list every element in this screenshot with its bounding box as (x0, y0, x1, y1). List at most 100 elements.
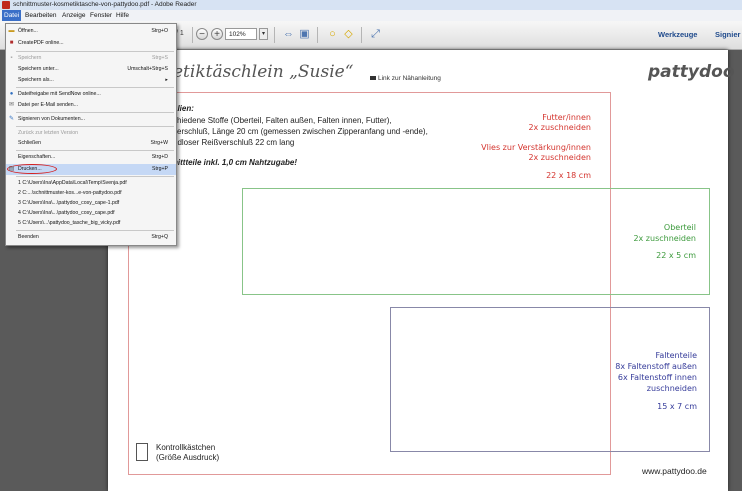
menu-item-label: Speichern als... (18, 77, 54, 83)
piece-label: 6x Faltenstoff innen (617, 373, 697, 382)
materials-line: verschluß, Länge 20 cm (gemessen zwische… (173, 127, 428, 136)
pattydoo-logo: pattydoo (648, 62, 735, 82)
zoom-in-button[interactable]: + (211, 28, 223, 40)
expand-icon[interactable]: ⤢ (369, 27, 382, 41)
menu-datei[interactable]: Datei (2, 10, 22, 21)
recent-file-5[interactable]: 5 C:\Users\...\pattydoo_tasche_big_vicky… (6, 218, 176, 229)
menu-item-shortcut: Strg+S (151, 55, 168, 61)
zoom-out-button[interactable]: − (196, 28, 208, 40)
pdf-page: etiktäschlein „Susie“ Link zur Nähanleit… (108, 50, 735, 491)
menu-item-label: Drucken... (18, 166, 42, 172)
pattern-title: etiktäschlein „Susie“ (173, 62, 354, 82)
link-label: Link zur Nähanleitung (378, 75, 441, 82)
piece-label: Futter/innen (542, 113, 591, 122)
website-url: www.pattydoo.de (642, 466, 707, 476)
toolbar-separator (192, 27, 193, 43)
menu-bearbeiten[interactable]: Bearbeiten (25, 10, 56, 21)
page-count: / 1 (176, 30, 184, 37)
menu-item-email[interactable]: ✉ Datei per E-Mail senden... (6, 100, 176, 111)
menu-anzeige[interactable]: Anzeige (62, 10, 86, 21)
menu-separator (16, 176, 174, 177)
highlight-icon[interactable]: ◇ (342, 27, 355, 41)
menu-item-open[interactable]: ▬ Öffnen... Strg+O (6, 26, 176, 37)
file-menu: ▬ Öffnen... Strg+O ■ CreatePDF online... ▪ S… (5, 23, 177, 246)
materials-line: ndloser Reißverschluß 22 cm lang (173, 138, 295, 147)
menu-item-shortcut: Umschalt+Strg+S (127, 66, 168, 72)
menu-separator (16, 112, 174, 113)
tools-button[interactable]: Werkzeuge (658, 30, 697, 39)
menu-item-label: Beenden (18, 234, 39, 240)
piece-dimensions: 22 x 18 cm (546, 171, 591, 180)
menu-item-shortcut: Strg+O (151, 28, 168, 34)
piece-label: Faltenteile (655, 351, 697, 360)
menu-separator (16, 126, 174, 127)
menu-item-close[interactable]: Schließen Strg+W (6, 138, 176, 149)
menu-item-label: Speichern (18, 55, 42, 61)
piece-label: 2x zuschneiden (528, 153, 591, 162)
save-icon: ▪ (10, 55, 13, 61)
menu-item-label: Schließen (18, 140, 42, 146)
submenu-arrow-icon: ▸ (165, 77, 168, 83)
toolbar-separator (317, 27, 318, 43)
piece-label: Oberteil (663, 223, 696, 232)
piece-label: 2x zuschneiden (633, 234, 696, 243)
menu-item-shortcut: Strg+P (151, 166, 168, 172)
control-box-label: Kontrollkästchen (Größe Ausdruck) (156, 443, 219, 463)
zoom-select[interactable]: 102% (225, 28, 257, 40)
menu-item-label: Speichern unter... (18, 66, 59, 72)
comment-icon[interactable]: ○ (326, 27, 339, 41)
menu-item-exit[interactable]: Beenden Strg+Q (6, 232, 176, 243)
fit-width-icon[interactable]: ⇔ (282, 27, 295, 41)
menu-item-label: Eigenschaften... (18, 154, 56, 160)
menu-fenster[interactable]: Fenster (90, 10, 112, 21)
window-title: schnittmuster-kosmetiktasche-von-pattydo… (13, 1, 197, 8)
zoom-dropdown-icon[interactable]: ▾ (259, 28, 268, 40)
piece-dimensions: 15 x 7 cm (657, 402, 697, 411)
seam-allowance-note: nittteile inkl. 1,0 cm Nahtzugabe! (173, 158, 298, 167)
piece-label: 8x Faltenstoff außen (615, 362, 697, 371)
piece-label: 2x zuschneiden (528, 123, 591, 132)
menu-bar: Datei Bearbeiten Anzeige Fenster Hilfe (0, 10, 742, 21)
printer-icon: ▤ (8, 166, 15, 172)
sewing-instructions-link[interactable]: Link zur Nähanleitung (370, 75, 441, 82)
link-icon (370, 76, 376, 80)
menu-separator (16, 230, 174, 231)
menu-item-createpdf[interactable]: ■ CreatePDF online... (6, 38, 176, 49)
menu-separator (16, 51, 174, 52)
menu-item-label: Datei per E-Mail senden... (18, 102, 78, 108)
menu-separator (16, 150, 174, 151)
folder-icon: ▬ (8, 28, 15, 34)
menu-item-shortcut: Strg+W (150, 140, 168, 146)
menu-item-print[interactable]: ▤ Drucken... Strg+P (6, 164, 176, 175)
menu-item-label: Öffnen... (18, 28, 38, 34)
menu-item-shortcut: Strg+Q (151, 234, 168, 240)
piece-dimensions: 22 x 5 cm (656, 251, 696, 260)
sign-button[interactable]: Signier (715, 30, 740, 39)
menu-hilfe[interactable]: Hilfe (116, 10, 129, 21)
sign-icon: ✎ (8, 116, 15, 122)
menu-item-sign[interactable]: ✎ Signieren von Dokumenten... (6, 114, 176, 125)
control-box-subtitle: (Größe Ausdruck) (156, 453, 220, 462)
adobe-reader-icon (2, 1, 10, 9)
piece-label: zuschneiden (646, 384, 697, 393)
menu-separator (16, 87, 174, 88)
piece-label: Vlies zur Verstärkung/innen (481, 143, 591, 152)
menu-item-label: Dateifreigabe mit SendNow online... (18, 91, 101, 97)
menu-item-shortcut: Strg+D (151, 154, 168, 160)
menu-item-properties[interactable]: Eigenschaften... Strg+D (6, 152, 176, 163)
pdf-icon: ■ (9, 40, 14, 46)
menu-item-save-as-other[interactable]: Speichern als... ▸ (6, 75, 176, 86)
menu-item-sendnow[interactable]: ● Dateifreigabe mit SendNow online... (6, 89, 176, 100)
menu-item-label: 5 C:\Users\...\pattydoo_tasche_big_vicky… (18, 220, 121, 226)
menu-item-save: ▪ Speichern Strg+S (6, 53, 176, 64)
share-icon: ● (9, 91, 14, 97)
fit-page-icon[interactable]: ▣ (298, 27, 311, 41)
control-box (136, 443, 148, 461)
control-box-title: Kontrollkästchen (156, 443, 216, 452)
materials-line: chiedene Stoffe (Oberteil, Falten außen,… (173, 116, 392, 125)
title-bar: schnittmuster-kosmetiktasche-von-pattydo… (0, 0, 742, 10)
menu-item-save-as[interactable]: Speichern unter... Umschalt+Strg+S (6, 64, 176, 75)
mail-icon: ✉ (8, 102, 15, 108)
toolbar-separator (361, 27, 362, 43)
menu-item-label: Signieren von Dokumenten... (18, 116, 85, 122)
